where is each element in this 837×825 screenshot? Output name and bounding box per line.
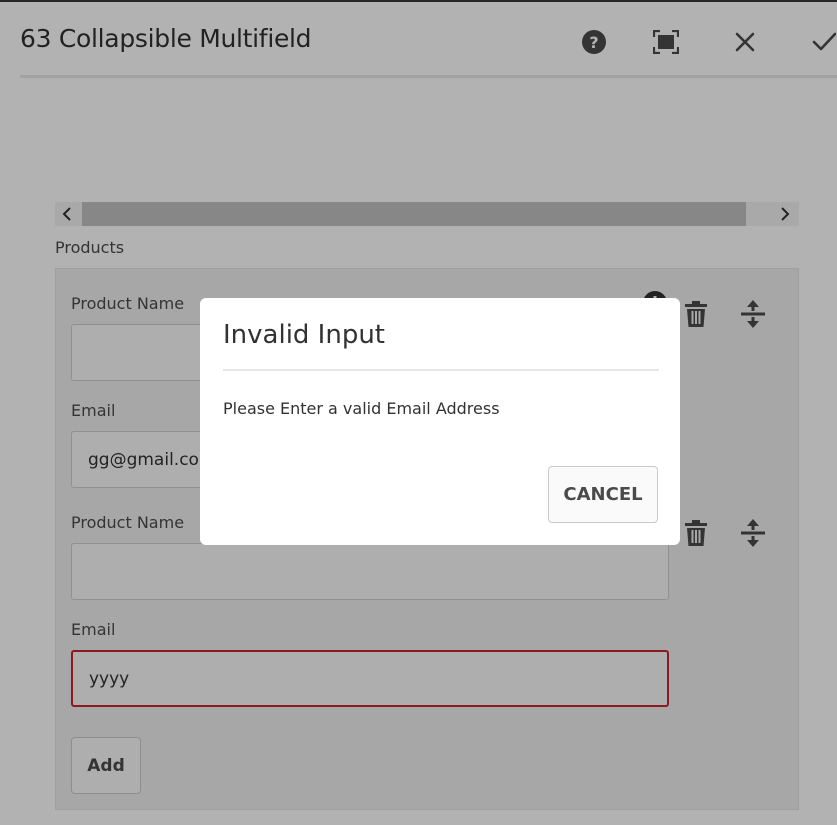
dialog-title: Invalid Input (223, 320, 386, 350)
dialog-divider (223, 369, 659, 371)
cancel-button[interactable]: CANCEL (548, 466, 658, 523)
invalid-input-dialog: Invalid Input Please Enter a valid Email… (200, 298, 680, 545)
dialog-message: Please Enter a valid Email Address (223, 399, 500, 418)
